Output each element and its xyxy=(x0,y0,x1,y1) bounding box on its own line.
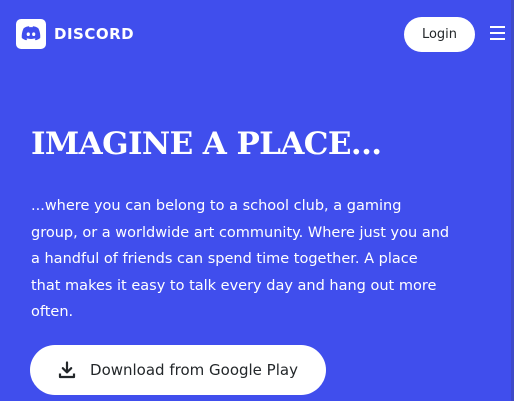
hero-title: IMAGINE A PLACE... xyxy=(31,126,382,162)
download-icon xyxy=(58,361,76,379)
discord-logo-icon xyxy=(16,19,46,49)
page: DISCORD Login IMAGINE A PLACE... ...wher… xyxy=(0,0,514,401)
menu-button[interactable] xyxy=(490,26,505,40)
download-google-play-button[interactable]: Download from Google Play xyxy=(30,345,326,395)
download-button-label: Download from Google Play xyxy=(90,361,298,379)
hero-description: ...where you can belong to a school club… xyxy=(31,198,450,321)
site-header: DISCORD Login xyxy=(0,0,514,70)
discord-home-link[interactable]: DISCORD xyxy=(16,18,134,50)
login-button[interactable]: Login xyxy=(404,17,475,52)
hamburger-menu-icon xyxy=(490,26,505,40)
brand-wordmark: DISCORD xyxy=(54,25,135,43)
